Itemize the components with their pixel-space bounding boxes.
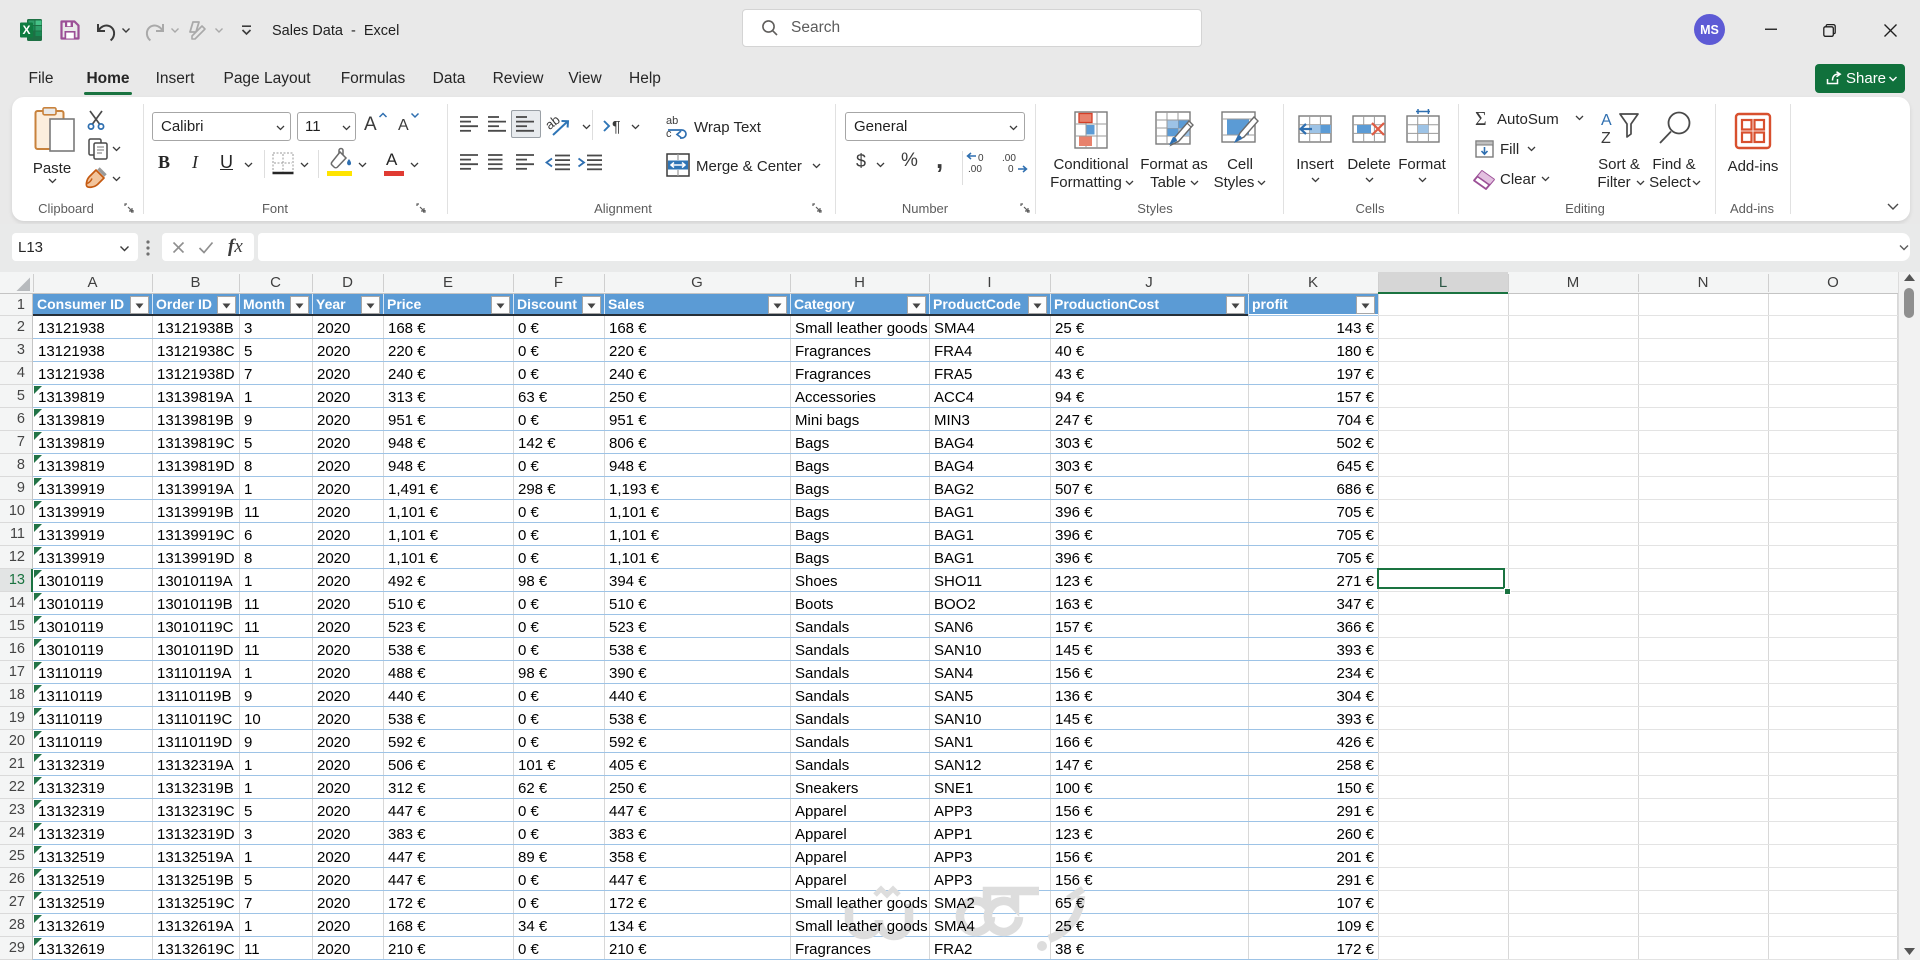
- svg-text:Z: Z: [1601, 130, 1611, 147]
- svg-text:ab: ab: [666, 115, 678, 127]
- svg-text:X: X: [22, 23, 30, 37]
- svg-text:c: c: [666, 128, 672, 140]
- svg-text:.00: .00: [968, 164, 982, 175]
- svg-text:0: 0: [978, 153, 984, 164]
- svg-text:0: 0: [1008, 164, 1014, 175]
- svg-text:A: A: [1601, 112, 1612, 129]
- svg-text:¶: ¶: [612, 119, 621, 136]
- svg-text:.00: .00: [1002, 153, 1016, 164]
